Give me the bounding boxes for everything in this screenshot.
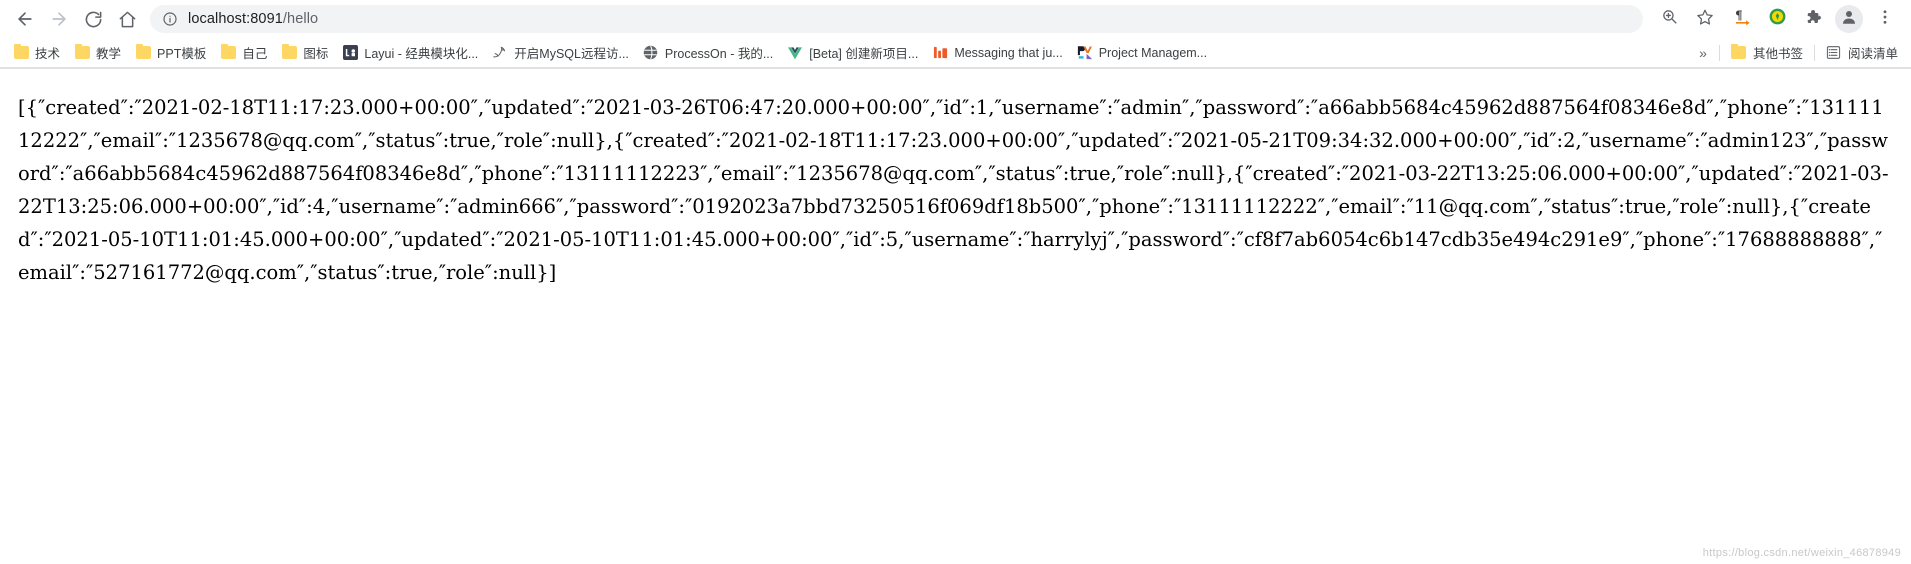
toolbar-actions: ¶ [1651, 4, 1903, 34]
bookmark-item-jiaoxue[interactable]: 教学 [67, 41, 128, 65]
bookmark-item-jishu[interactable]: 技术 [6, 41, 67, 65]
address-bar[interactable]: localhost:8091/hello [150, 5, 1643, 33]
json-response-body: [{″created″:″2021-02-18T11:17:23.000+00:… [18, 96, 1889, 284]
forward-button[interactable] [42, 2, 76, 36]
messaging-icon [932, 45, 948, 61]
bookmark-star-button[interactable] [1690, 4, 1720, 34]
browser-chrome: localhost:8091/hello ¶ 技术 教学 PPT模板 自己 图标… [0, 0, 1911, 69]
reading-list-icon [1826, 45, 1842, 61]
chrome-menu-button[interactable] [1870, 4, 1900, 34]
bookmarks-divider-2 [1813, 44, 1815, 61]
zoom-magnifier-icon [1661, 8, 1678, 30]
bookmark-label: 图标 [303, 47, 329, 61]
bookmark-item-ppt-template[interactable]: PPT模板 [128, 41, 213, 65]
bookmark-label: 技术 [35, 47, 61, 61]
bookmark-item-messaging[interactable]: Messaging that ju... [925, 41, 1069, 65]
puzzle-extensions-icon [1804, 8, 1822, 31]
star-icon [1696, 8, 1714, 31]
bookmark-item-mysql-remote[interactable]: 开启MySQL远程访... [485, 41, 636, 65]
folder-icon [74, 43, 90, 61]
reading-list-button[interactable]: 阅读清单 [1819, 41, 1905, 65]
bookmark-item-processon[interactable]: ProcessOn - 我的... [636, 41, 780, 65]
zoom-button[interactable] [1654, 4, 1684, 34]
back-button[interactable] [8, 2, 42, 36]
page-content: [{″created″:″2021-02-18T11:17:23.000+00:… [0, 69, 1911, 564]
profile-avatar-icon [1840, 8, 1858, 31]
pilcrow-translate-icon: ¶ [1732, 7, 1751, 31]
bookmark-item-ziji[interactable]: 自己 [213, 41, 274, 65]
bookmark-label: ProcessOn - 我的... [664, 47, 774, 61]
home-icon [118, 10, 137, 29]
circle-extension-icon [1768, 7, 1787, 31]
url-path: /hello [282, 11, 319, 27]
reading-list-label: 阅读清单 [1847, 47, 1898, 61]
reload-icon [84, 10, 103, 29]
translate-extension-button[interactable]: ¶ [1726, 4, 1756, 34]
layui-icon [342, 45, 358, 61]
bookmark-item-layui[interactable]: Layui - 经典模块化... [335, 41, 485, 65]
folder-icon [1731, 43, 1747, 61]
processon-icon [643, 45, 659, 61]
home-button[interactable] [110, 2, 144, 36]
bookmark-label: 开启MySQL远程访... [514, 47, 629, 61]
bookmarks-overflow-button[interactable]: » [1691, 45, 1715, 61]
page-viewport: [{″created″:″2021-02-18T11:17:23.000+00:… [0, 69, 1911, 564]
other-bookmarks-button[interactable]: 其他书签 [1724, 41, 1810, 65]
browser-toolbar: localhost:8091/hello ¶ [0, 0, 1911, 38]
url-host: localhost:8091 [188, 11, 283, 27]
bookmark-label: 自己 [242, 47, 268, 61]
vue-icon [787, 45, 803, 61]
mysql-dolphin-icon [492, 45, 508, 61]
forward-arrow-icon [49, 9, 69, 29]
bookmarks-divider-1 [1718, 44, 1720, 61]
circle-extension-button[interactable] [1762, 4, 1792, 34]
bookmark-label: Layui - 经典模块化... [364, 47, 479, 61]
other-bookmarks-label: 其他书签 [1752, 47, 1803, 61]
bookmarks-bar: 技术 教学 PPT模板 自己 图标 Layui - 经典模块化... 开启MyS… [0, 38, 1911, 68]
three-dot-menu-icon [1876, 8, 1894, 31]
bookmark-label: PPT模板 [157, 47, 207, 61]
watermark-text: https://blog.csdn.net/weixin_46878949 [1702, 547, 1901, 559]
bookmark-label: 教学 [96, 47, 122, 61]
bookmark-item-project-management[interactable]: Project Managem... [1070, 41, 1214, 65]
reload-button[interactable] [76, 2, 110, 36]
bookmark-label: Project Managem... [1098, 45, 1208, 60]
folder-icon [220, 43, 236, 61]
bookmark-label: [Beta] 创建新项目... [809, 47, 919, 61]
pm-icon [1077, 45, 1093, 61]
page-info-icon[interactable] [162, 11, 178, 27]
folder-icon [135, 43, 151, 61]
profile-button[interactable] [1835, 5, 1863, 33]
bookmark-item-beta-new-project[interactable]: [Beta] 创建新项目... [780, 41, 925, 65]
folder-icon [281, 43, 297, 61]
bookmark-label: Messaging that ju... [954, 45, 1063, 60]
bookmark-item-tubiao[interactable]: 图标 [274, 41, 335, 65]
folder-icon [13, 43, 29, 61]
extensions-button[interactable] [1798, 4, 1828, 34]
address-bar-url: localhost:8091/hello [188, 11, 318, 27]
svg-text:¶: ¶ [1735, 9, 1743, 23]
back-arrow-icon [15, 9, 35, 29]
